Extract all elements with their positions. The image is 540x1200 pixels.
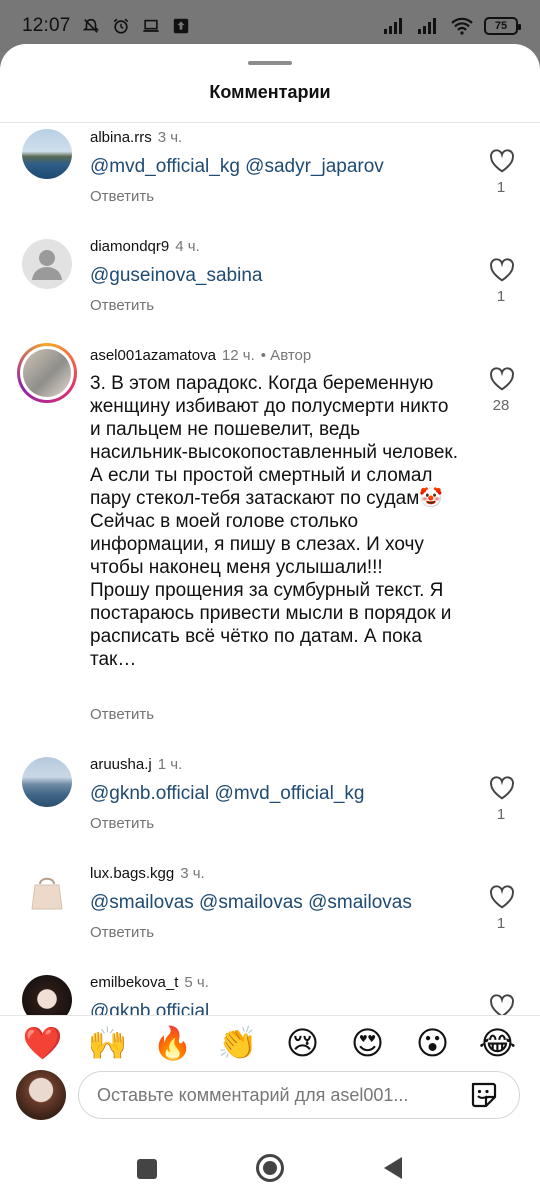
emoji-raised-hands[interactable]: 🙌 (86, 1021, 130, 1065)
comment-text: @smailovas @smailovas @smailovas (90, 891, 460, 914)
avatar[interactable] (22, 975, 72, 1015)
comment-input-placeholder: Оставьте комментарий для asel001... (97, 1085, 409, 1105)
like-count: 28 (492, 397, 510, 414)
recent-apps-icon[interactable] (136, 1158, 158, 1180)
home-icon[interactable] (255, 1153, 285, 1183)
comment-text: @gknb.official (90, 1000, 460, 1015)
comment-time: 3 ч. (157, 129, 183, 146)
upload-icon (173, 18, 188, 34)
system-nav-bar (0, 1144, 540, 1200)
comment-username[interactable]: asel001azamatova (90, 347, 216, 364)
heart-icon[interactable] (489, 885, 515, 909)
alarm-icon (113, 18, 128, 34)
sheet-title: Комментарии (209, 82, 331, 102)
reply-button[interactable]: Ответить (90, 924, 154, 941)
comment-username[interactable]: aruusha.j (90, 756, 152, 773)
mention-link[interactable]: @gknb.official @mvd_official_kg (90, 783, 364, 804)
status-time: 12:07 (22, 15, 71, 36)
comment-text: 3. В этом парадокс. Когда беременную жен… (90, 373, 459, 670)
comment-username[interactable]: albina.rrs (90, 129, 152, 146)
avatar[interactable] (22, 129, 72, 179)
reply-button[interactable]: Ответить (90, 815, 154, 832)
emoji-heart[interactable]: ❤️ (21, 1021, 65, 1065)
sheet-grabber[interactable] (248, 61, 292, 65)
reply-button[interactable]: Ответить (90, 706, 154, 723)
avatar-story-ring[interactable] (17, 343, 77, 403)
comment-time: 1 ч. (157, 756, 183, 773)
comment-username[interactable]: lux.bags.kgg (90, 865, 174, 882)
sticker-icon[interactable] (468, 1080, 498, 1110)
comment-input[interactable]: Оставьте комментарий для asel001... (78, 1071, 520, 1119)
comment-text: @guseinova_sabina (90, 264, 460, 287)
avatar[interactable] (22, 757, 72, 807)
comment-username[interactable]: diamondqr9 (90, 238, 169, 255)
like-count: 1 (496, 179, 506, 196)
battery-icon: 75 (484, 17, 521, 35)
comment-time: 4 ч. (175, 238, 200, 255)
comment-time: 3 ч. (180, 865, 205, 882)
mention-link[interactable]: @mvd_official_kg @sadyr_japarov (90, 156, 384, 177)
comments-list[interactable]: albina.rrs 3 ч. @mvd_official_kg @sadyr_j… (0, 123, 540, 1015)
heart-icon[interactable] (489, 258, 515, 282)
handbag-icon (31, 877, 63, 910)
like-count: 1 (496, 288, 506, 305)
mention-link[interactable]: @guseinova_sabina (90, 265, 262, 286)
emoji-clap[interactable]: 👏 (216, 1021, 260, 1065)
like-count: 1 (496, 806, 506, 823)
heart-icon[interactable] (489, 367, 515, 391)
mention-link[interactable]: @smailovas @smailovas @smailovas (90, 892, 412, 913)
comment-time: 12 ч. (221, 347, 255, 364)
emoji-heart-eyes[interactable]: 😍 (346, 1021, 390, 1065)
default-avatar-icon (32, 250, 62, 280)
emoji-joy[interactable]: 😂 (476, 1021, 520, 1065)
mention-link[interactable]: @gknb.official (90, 1001, 209, 1015)
reply-button[interactable]: Ответить (90, 188, 154, 205)
comments-sheet: Комментарии albina.rrs 3 ч. @mvd_official… (0, 44, 540, 1200)
laptop-icon (142, 19, 159, 32)
mute-icon (82, 18, 99, 33)
emoji-fire[interactable]: 🔥 (151, 1021, 195, 1065)
heart-icon[interactable] (489, 776, 515, 800)
comment-time: 5 ч. (184, 974, 209, 991)
heart-icon[interactable] (489, 994, 515, 1015)
comment-username[interactable]: emilbekova_t (90, 974, 178, 991)
emoji-quick-bar: ❤️ 🙌 🔥 👏 😢 😍 😮 😂 (0, 1015, 540, 1069)
emoji-surprised[interactable]: 😮 (411, 1021, 455, 1065)
like-count: 1 (496, 915, 506, 932)
heart-icon[interactable] (489, 149, 515, 173)
comment-input-row: Оставьте комментарий для asel001... (0, 1070, 540, 1124)
emoji-cry[interactable]: 😢 (281, 1021, 325, 1065)
avatar (23, 349, 71, 397)
signal-icon (384, 18, 402, 34)
author-badge: • Автор (260, 347, 312, 364)
avatar[interactable] (22, 239, 72, 289)
back-icon[interactable] (382, 1156, 404, 1180)
wifi-icon (451, 17, 473, 35)
avatar[interactable] (22, 866, 72, 916)
comment-text: @mvd_official_kg @sadyr_japarov (90, 155, 460, 178)
comment-text: @gknb.official @mvd_official_kg (90, 782, 460, 805)
signal-icon-2 (418, 18, 436, 34)
avatar (16, 1070, 66, 1120)
reply-button[interactable]: Ответить (90, 297, 154, 314)
